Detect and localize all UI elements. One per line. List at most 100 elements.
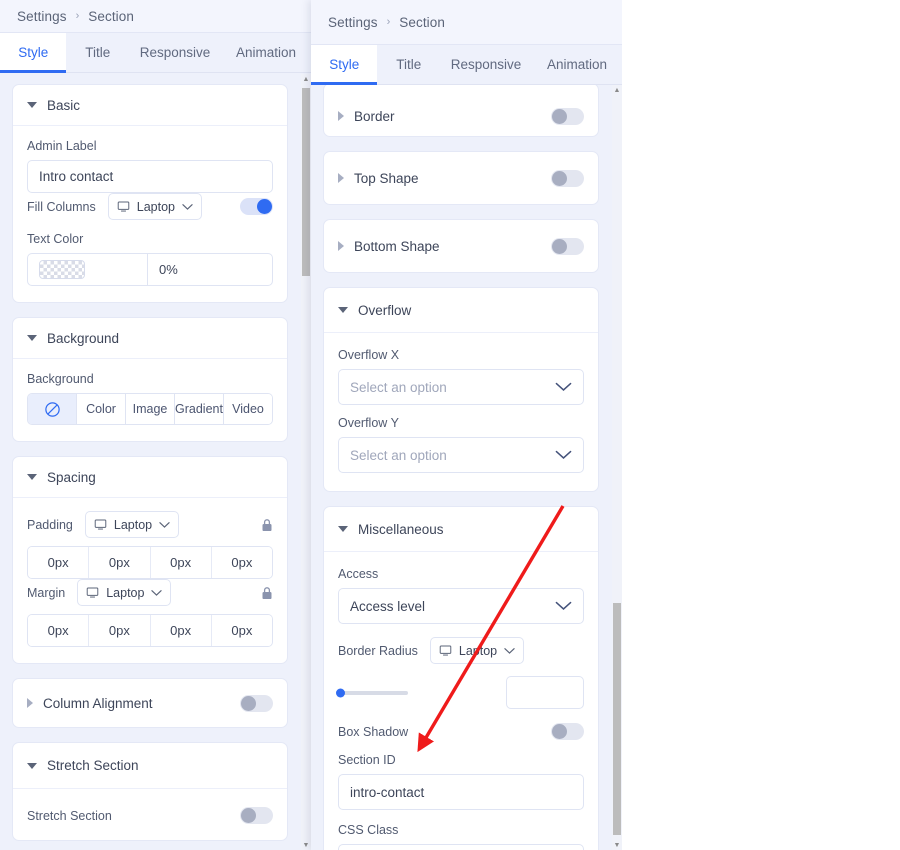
section-card-stretch-section: Stretch Section Stretch Section xyxy=(12,742,288,841)
background-option-video[interactable]: Video xyxy=(224,394,272,424)
css-class-input[interactable] xyxy=(338,844,584,850)
overflow-y-select[interactable]: Select an option xyxy=(338,437,584,473)
chevron-down-icon xyxy=(27,335,37,341)
text-color-opacity[interactable]: 0% xyxy=(148,254,178,285)
chevron-right-icon xyxy=(27,698,33,708)
admin-label-input[interactable] xyxy=(27,160,273,193)
section-title-column-alignment: Column Alignment xyxy=(43,695,153,711)
color-swatch[interactable] xyxy=(39,260,85,279)
padding-bottom-input[interactable]: 0px xyxy=(150,547,212,578)
text-color-field[interactable]: 0% xyxy=(27,253,273,286)
section-body-basic: Admin Label Fill Columns Laptop xyxy=(13,126,287,302)
background-option-image[interactable]: Image xyxy=(126,394,175,424)
bottom-shape-toggle[interactable] xyxy=(551,237,584,255)
section-title-spacing: Spacing xyxy=(47,469,96,485)
tab-style[interactable]: Style xyxy=(311,45,378,85)
overflow-x-select[interactable]: Select an option xyxy=(338,369,584,405)
margin-left-input[interactable]: 0px xyxy=(211,615,272,646)
margin-right-input[interactable]: 0px xyxy=(89,615,151,646)
background-option-none[interactable] xyxy=(28,394,77,424)
tab-responsive[interactable]: Responsive xyxy=(129,33,221,72)
chevron-right-icon xyxy=(338,173,344,183)
section-header-basic[interactable]: Basic xyxy=(13,85,287,126)
breadcrumb-separator-icon: › xyxy=(386,16,391,28)
overflow-y-placeholder: Select an option xyxy=(350,447,447,463)
fill-columns-toggle[interactable] xyxy=(240,198,273,215)
border-radius-device-select[interactable]: Laptop xyxy=(429,637,525,664)
section-card-overflow: Overflow Overflow X Select an option Ove… xyxy=(323,287,599,492)
right-panel-scroll-area: Border Top Shape Bottom Shape Overflow O… xyxy=(311,85,611,850)
left-panel-scroll-thumb[interactable] xyxy=(302,88,310,276)
top-shape-toggle[interactable] xyxy=(551,169,584,187)
box-shadow-toggle[interactable] xyxy=(551,723,584,740)
padding-top-input[interactable]: 0px xyxy=(28,547,90,578)
access-select[interactable]: Access level xyxy=(338,588,584,624)
section-header-column-alignment[interactable]: Column Alignment xyxy=(13,679,287,727)
section-header-stretch-section[interactable]: Stretch Section xyxy=(13,743,287,789)
section-header-spacing[interactable]: Spacing xyxy=(13,457,287,498)
right-panel-scrollbar[interactable]: ▲ ▼ xyxy=(612,85,622,850)
border-radius-input[interactable] xyxy=(506,676,584,709)
background-option-color[interactable]: Color xyxy=(77,394,126,424)
toggle-knob xyxy=(552,724,567,739)
toggle-knob xyxy=(241,808,256,823)
margin-device-select[interactable]: Laptop xyxy=(77,579,172,606)
section-card-spacing: Spacing Padding Laptop 0px 0px 0px 0px M… xyxy=(12,456,288,664)
padding-device-value: Laptop xyxy=(113,517,153,532)
chevron-right-icon xyxy=(338,111,344,121)
padding-device-select[interactable]: Laptop xyxy=(84,511,180,538)
margin-top-input[interactable]: 0px xyxy=(28,615,90,646)
column-alignment-toggle[interactable] xyxy=(240,694,273,712)
tab-animation[interactable]: Animation xyxy=(532,45,622,84)
section-header-overflow[interactable]: Overflow xyxy=(324,288,598,333)
margin-bottom-input[interactable]: 0px xyxy=(150,615,212,646)
background-option-gradient[interactable]: Gradient xyxy=(175,394,224,424)
section-title-stretch-section: Stretch Section xyxy=(47,758,139,773)
fill-columns-device-select[interactable]: Laptop xyxy=(107,193,202,220)
section-title-miscellaneous: Miscellaneous xyxy=(358,521,444,537)
margin-values: 0px 0px 0px 0px xyxy=(27,614,273,647)
section-header-top-shape[interactable]: Top Shape xyxy=(324,152,598,204)
section-id-input[interactable] xyxy=(338,774,584,810)
canvas-area xyxy=(622,0,900,850)
scroll-down-arrow-icon[interactable]: ▼ xyxy=(301,840,311,850)
section-body-background: Background Color Image Gradient Video xyxy=(13,359,287,441)
breadcrumb-root[interactable]: Settings xyxy=(328,15,378,30)
stretch-section-toggle[interactable] xyxy=(240,807,273,824)
breadcrumb-separator-icon: › xyxy=(75,10,80,22)
padding-left-input[interactable]: 0px xyxy=(211,547,272,578)
chevron-down-icon xyxy=(338,307,348,313)
slider-thumb[interactable] xyxy=(336,688,345,697)
border-radius-slider[interactable] xyxy=(336,688,408,697)
margin-device-value: Laptop xyxy=(106,585,145,600)
tab-title[interactable]: Title xyxy=(66,33,129,72)
padding-right-input[interactable]: 0px xyxy=(89,547,151,578)
border-toggle[interactable] xyxy=(551,107,584,125)
padding-label: Padding xyxy=(27,517,73,532)
section-header-bottom-shape[interactable]: Bottom Shape xyxy=(324,220,598,272)
access-label: Access xyxy=(338,567,379,581)
section-title-bottom-shape: Bottom Shape xyxy=(354,238,440,254)
lock-icon[interactable] xyxy=(261,586,273,600)
breadcrumb-root[interactable]: Settings xyxy=(17,9,67,24)
border-radius-device-value: Laptop xyxy=(458,643,498,658)
toggle-knob xyxy=(552,108,567,124)
scroll-down-arrow-icon[interactable]: ▼ xyxy=(612,840,622,850)
toggle-knob xyxy=(552,170,567,186)
section-header-background[interactable]: Background xyxy=(13,318,287,359)
lock-icon[interactable] xyxy=(261,518,273,532)
section-body-miscellaneous: Access Access level Border Radius Laptop… xyxy=(324,552,598,850)
left-panel-scrollbar[interactable]: ▲ ▼ xyxy=(301,74,311,850)
scroll-up-arrow-icon[interactable]: ▲ xyxy=(612,85,622,95)
right-panel-scroll-thumb[interactable] xyxy=(613,603,621,835)
tab-title[interactable]: Title xyxy=(377,45,440,84)
tab-animation[interactable]: Animation xyxy=(221,33,311,72)
tab-style[interactable]: Style xyxy=(0,33,67,73)
section-header-miscellaneous[interactable]: Miscellaneous xyxy=(324,507,598,552)
section-header-border[interactable]: Border xyxy=(324,85,598,136)
breadcrumb-current: Section xyxy=(88,8,134,24)
text-color-swatch-cell[interactable] xyxy=(28,254,148,285)
scroll-up-arrow-icon[interactable]: ▲ xyxy=(301,74,311,84)
monitor-icon xyxy=(117,201,130,212)
tab-responsive[interactable]: Responsive xyxy=(440,45,532,84)
